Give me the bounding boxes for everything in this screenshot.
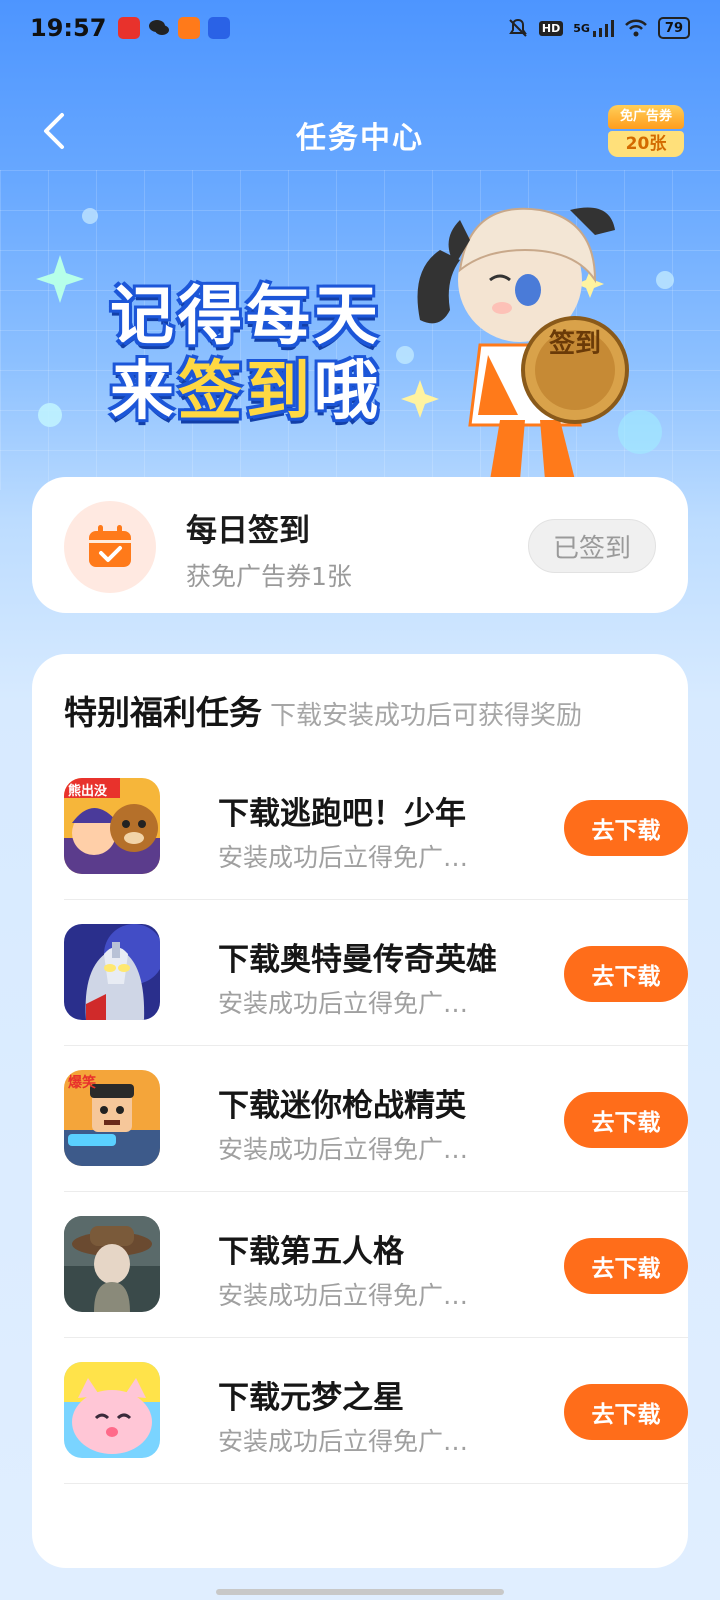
nav-header: 任务中心 免广告券 20张 (0, 95, 720, 175)
task-subtitle: 安装成功后立得免广… (218, 843, 469, 872)
ad-free-coupon-badge[interactable]: 免广告券 20张 (608, 105, 684, 159)
task-title: 下载迷你枪战精英 (218, 1088, 466, 1124)
app-notification-icon (178, 17, 201, 39)
task-item: 爆笑 下载迷你枪战精英 安装成功后立得免广… 去下载 (64, 1046, 688, 1192)
task-title: 下载奥特曼传奇英雄 (218, 942, 497, 978)
calendar-icon-wrap (64, 501, 156, 593)
task-item: 熊出没 下载逃跑吧！少年 安装成功后立得免广… 去下载 (64, 754, 688, 900)
mute-bell-icon (507, 17, 529, 39)
banner-line2-highlight: 签到 (178, 355, 314, 429)
signal-icon: 5G (573, 19, 614, 37)
tasks-header: 特别福利任务 下载安装成功后可获得奖励 (64, 686, 582, 734)
download-button[interactable]: 去下载 (564, 1238, 688, 1294)
calendar-check-icon (89, 525, 131, 567)
banner-headline-line2: 来签到哦 (110, 340, 382, 432)
banner-line2-prefix: 来 (110, 355, 178, 429)
special-tasks-card: 特别福利任务 下载安装成功后可获得奖励 熊出没 下载逃跑吧！少年 安装成功后立得… (32, 654, 688, 1568)
signin-subtitle: 获免广告券1张 (186, 562, 352, 591)
task-title: 下载元梦之星 (218, 1380, 404, 1416)
task-title: 下载第五人格 (218, 1234, 404, 1270)
download-button[interactable]: 去下载 (564, 800, 688, 856)
signin-banner: 记得每天 来签到哦 签到 (0, 180, 720, 480)
game-app-icon (64, 924, 160, 1020)
signed-in-button[interactable]: 已签到 (528, 519, 656, 573)
coupon-label: 免广告券 (608, 105, 684, 129)
medal-text: 签到 (548, 329, 601, 359)
task-item: 下载第五人格 安装成功后立得免广… 去下载 (64, 1192, 688, 1338)
tasks-title: 特别福利任务 (64, 693, 262, 732)
task-subtitle: 安装成功后立得免广… (218, 1427, 469, 1456)
status-indicators: HD 5G 79 (507, 17, 690, 39)
battery-indicator: 79 (657, 17, 690, 39)
download-button[interactable]: 去下载 (564, 1384, 688, 1440)
task-title: 下载逃跑吧！少年 (218, 796, 466, 832)
status-time: 19:57 (30, 14, 107, 42)
task-subtitle: 安装成功后立得免广… (218, 989, 469, 1018)
icon-label: 熊出没 (68, 784, 108, 799)
status-bar: 19:57 HD 5G 79 (0, 0, 720, 56)
task-item: 下载奥特曼传奇英雄 安装成功后立得免广… 去下载 (64, 900, 688, 1046)
home-indicator[interactable] (216, 1589, 504, 1595)
task-subtitle: 安装成功后立得免广… (218, 1281, 469, 1310)
tasks-hint: 下载安装成功后可获得奖励 (270, 701, 583, 731)
coupon-count: 20张 (608, 131, 684, 157)
game-app-icon (64, 1362, 160, 1458)
baidu-icon (208, 17, 231, 39)
game-app-icon (64, 1216, 160, 1312)
app-notification-icon (118, 17, 141, 39)
icon-label: 爆笑 (68, 1075, 96, 1091)
download-button[interactable]: 去下载 (564, 1092, 688, 1148)
task-subtitle: 安装成功后立得免广… (218, 1135, 469, 1164)
wechat-icon (148, 17, 170, 39)
task-item: 下载元梦之星 安装成功后立得免广… 去下载 (64, 1338, 688, 1484)
download-button[interactable]: 去下载 (564, 946, 688, 1002)
notification-icons (118, 17, 231, 39)
hd-badge: HD (538, 20, 564, 36)
signin-title: 每日签到 (186, 513, 310, 549)
network-type: 5G (573, 21, 590, 35)
daily-signin-card: 每日签到 获免广告券1张 已签到 (32, 477, 688, 613)
wifi-icon (624, 19, 648, 37)
game-app-icon: 熊出没 (64, 778, 160, 874)
banner-line2-suffix: 哦 (314, 355, 382, 429)
game-app-icon: 爆笑 (64, 1070, 160, 1166)
